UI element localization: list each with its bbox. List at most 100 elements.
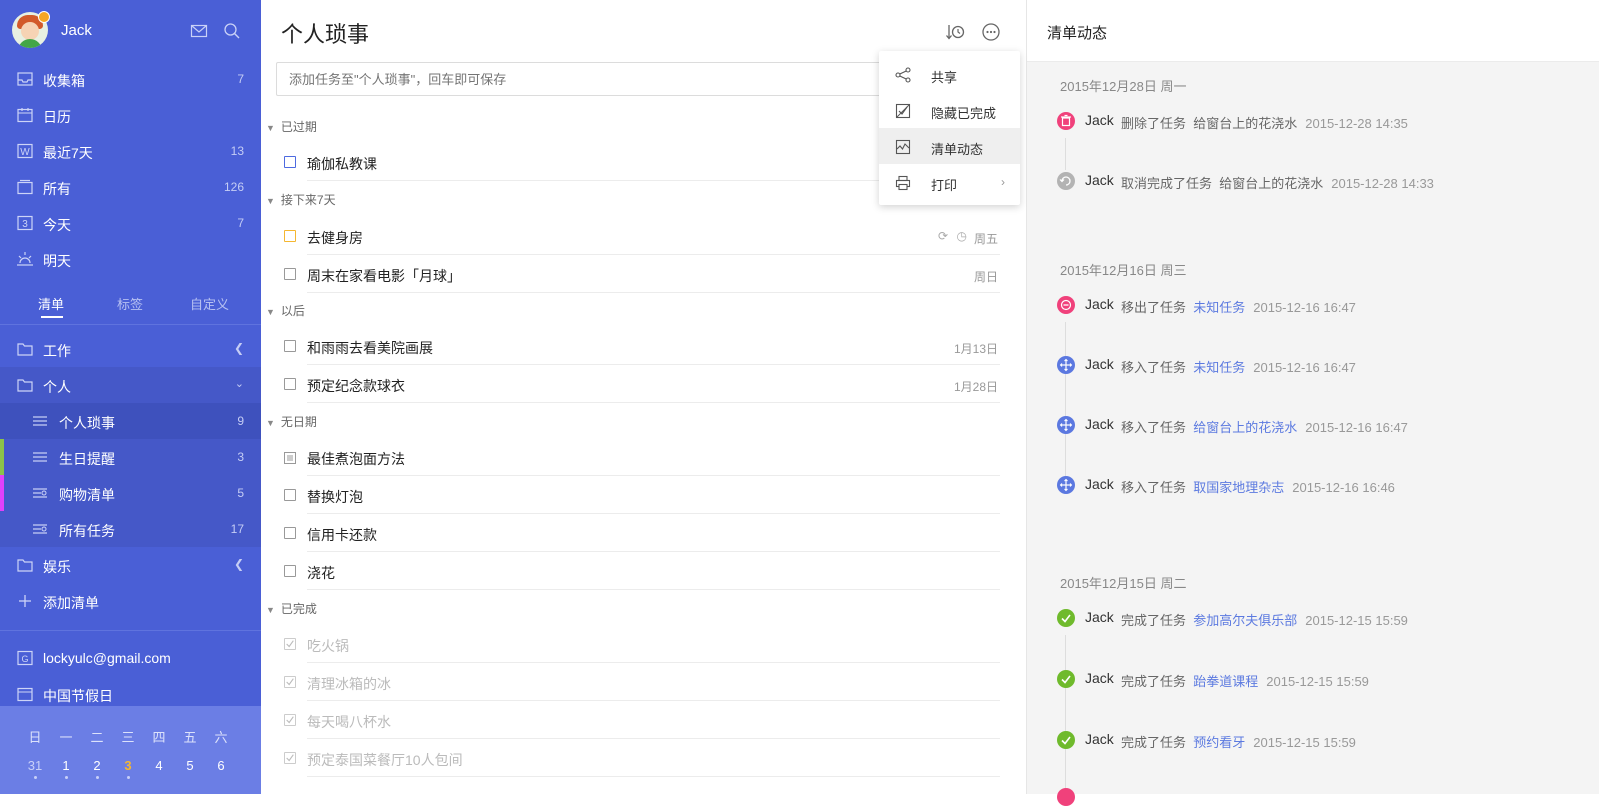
collapse-triangle-icon[interactable]: ▼ [266, 123, 275, 133]
task-title[interactable]: 周末在家看电影「月球」 [307, 266, 461, 286]
task-title[interactable]: 和雨雨去看美院画展 [307, 338, 433, 358]
activity-task-link[interactable]: 取国家地理杂志 [1193, 480, 1284, 495]
task-checkbox[interactable] [284, 489, 296, 501]
section-header-overdue[interactable]: ▼ 已过期 [266, 118, 317, 135]
collapse-triangle-icon[interactable]: ▼ [266, 307, 275, 317]
section-header-completed[interactable]: ▼ 已完成 [266, 600, 317, 617]
task-checkbox[interactable] [284, 527, 296, 539]
sidebar-item-next7days[interactable]: W 最近7天 13 [0, 133, 261, 169]
activity-time: 2015-12-28 14:35 [1305, 116, 1408, 131]
calendar-day[interactable]: 1 [54, 758, 78, 773]
activity-task-link[interactable]: 给窗台上的花浇水 [1193, 420, 1297, 435]
task-row-completed[interactable]: 清理冰箱的冰 [281, 664, 1000, 701]
sidebar-item-all[interactable]: 所有 126 [0, 169, 261, 205]
calendar-day[interactable]: 5 [178, 758, 202, 773]
list-color-bar [0, 439, 4, 475]
menu-item-share[interactable]: 共享 [879, 56, 1020, 92]
calendar-day[interactable]: 6 [209, 758, 233, 773]
folder-personal[interactable]: 个人 ⌄ [0, 367, 261, 403]
collapse-triangle-icon[interactable]: ▼ [266, 605, 275, 615]
task-row-completed[interactable]: 预定泰国菜餐厅10人包间 [281, 740, 1000, 777]
sidebar-item-tomorrow[interactable]: 明天 [0, 241, 261, 277]
task-title[interactable]: 吃火锅 [307, 636, 349, 656]
tab-tags[interactable]: 标签 [117, 294, 143, 313]
task-row-completed[interactable]: 每天喝八杯水 [281, 702, 1000, 739]
activity-task-link[interactable]: 未知任务 [1193, 300, 1245, 315]
task-title[interactable]: 浇花 [307, 563, 335, 583]
sidebar-item-all-tasks[interactable]: 所有任务 17 [0, 511, 261, 547]
tab-lists[interactable]: 清单 [38, 294, 64, 313]
sort-by-time-icon[interactable] [945, 22, 965, 42]
calendar-day[interactable]: 4 [147, 758, 171, 773]
activity-task-link[interactable]: 跆拳道课程 [1193, 674, 1258, 689]
sidebar-item-calendar[interactable]: 日历 [0, 97, 261, 133]
list-color-bar [0, 475, 4, 511]
sidebar-item-personal-chores[interactable]: 个人琐事 9 [0, 403, 261, 439]
checked-checkbox-icon[interactable] [284, 638, 296, 650]
chevron-left-icon[interactable]: ❮ [234, 341, 244, 355]
menu-item-print[interactable]: 打印 › [879, 164, 1020, 200]
note-icon[interactable] [284, 451, 296, 464]
task-title[interactable]: 清理冰箱的冰 [307, 674, 391, 694]
task-row[interactable]: 去健身房 ⟳ ◷ 周五 [281, 218, 1000, 255]
task-checkbox[interactable] [284, 378, 296, 390]
task-row[interactable]: 周末在家看电影「月球」 周日 [281, 256, 1000, 293]
folder-work[interactable]: 工作 ❮ [0, 331, 261, 367]
chevron-down-icon[interactable]: ⌄ [235, 377, 244, 390]
activity-user: Jack [1085, 609, 1114, 625]
task-checkbox[interactable] [284, 268, 296, 280]
more-options-icon[interactable] [981, 22, 1001, 42]
task-title[interactable]: 预定纪念款球衣 [307, 376, 405, 396]
account-gmail[interactable]: G lockyulc@gmail.com [0, 640, 261, 676]
all-icon [16, 178, 34, 196]
section-header-nodate[interactable]: ▼ 无日期 [266, 413, 317, 430]
task-row[interactable]: 信用卡还款 [281, 515, 1000, 552]
activity-task-link[interactable]: 预约看牙 [1193, 735, 1245, 750]
sidebar-item-birthday-reminders[interactable]: 生日提醒 3 [0, 439, 261, 475]
task-checkbox[interactable] [284, 156, 296, 168]
task-row[interactable]: 预定纪念款球衣 1月28日 [281, 366, 1000, 403]
checked-checkbox-icon[interactable] [284, 752, 296, 764]
sidebar-item-today[interactable]: 3 今天 7 [0, 205, 261, 241]
move-icon [1057, 356, 1075, 374]
task-title[interactable]: 瑜伽私教课 [307, 154, 377, 174]
task-title[interactable]: 预定泰国菜餐厅10人包间 [307, 750, 463, 770]
activity-task-link[interactable]: 未知任务 [1193, 360, 1245, 375]
collapse-triangle-icon[interactable]: ▼ [266, 418, 275, 428]
task-row[interactable]: 和雨雨去看美院画展 1月13日 [281, 328, 1000, 365]
task-checkbox[interactable] [284, 340, 296, 352]
chevron-left-icon[interactable]: ❮ [234, 557, 244, 571]
task-row-completed[interactable]: 吃火锅 [281, 626, 1000, 663]
task-title[interactable]: 去健身房 [307, 228, 363, 248]
task-title[interactable]: 最佳煮泡面方法 [307, 449, 405, 469]
task-title[interactable]: 每天喝八杯水 [307, 712, 391, 732]
add-list-button[interactable]: 添加清单 [0, 583, 261, 619]
sidebar-item-inbox[interactable]: 收集箱 7 [0, 61, 261, 97]
task-row[interactable]: 最佳煮泡面方法 [281, 439, 1000, 476]
task-row[interactable]: 替换灯泡 [281, 477, 1000, 514]
collapse-triangle-icon[interactable]: ▼ [266, 196, 275, 206]
activity-task-link[interactable]: 参加高尔夫俱乐部 [1193, 613, 1297, 628]
user-name[interactable]: Jack [61, 22, 92, 39]
section-header-later[interactable]: ▼ 以后 [266, 302, 305, 319]
mail-icon[interactable] [190, 22, 208, 40]
calendar-day[interactable]: 2 [85, 758, 109, 773]
sidebar-item-shopping-list[interactable]: 购物清单 5 [0, 475, 261, 511]
folder-fun[interactable]: 娱乐 ❮ [0, 547, 261, 583]
task-checkbox[interactable] [284, 565, 296, 577]
search-icon[interactable] [223, 22, 241, 40]
task-row[interactable]: 浇花 [281, 553, 1000, 590]
calendar-day[interactable]: 31 [23, 758, 47, 773]
task-title[interactable]: 信用卡还款 [307, 525, 377, 545]
checked-checkbox-icon[interactable] [284, 714, 296, 726]
checked-checkbox-icon[interactable] [284, 676, 296, 688]
activity-header: 清单动态 [1027, 0, 1599, 62]
task-checkbox[interactable] [284, 230, 296, 242]
activity-title: 清单动态 [1047, 25, 1108, 42]
tab-custom[interactable]: 自定义 [190, 294, 229, 313]
menu-item-list-activity[interactable]: 清单动态 [879, 128, 1020, 164]
calendar-day-today[interactable]: 3 [116, 758, 140, 773]
section-header-next7days[interactable]: ▼ 接下来7天 [266, 191, 336, 208]
task-title[interactable]: 替换灯泡 [307, 487, 363, 507]
menu-item-hide-completed[interactable]: 隐藏已完成 [879, 92, 1020, 128]
